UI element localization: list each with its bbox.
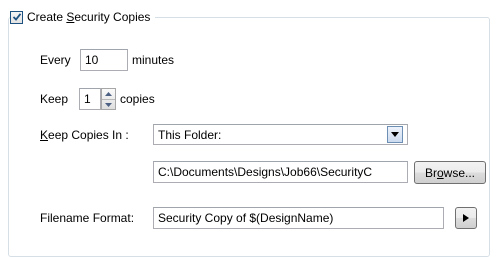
create-security-copies-label: Create Security Copies	[27, 10, 151, 24]
copies-label: copies	[120, 92, 155, 106]
create-security-copies-checkbox[interactable]: Create Security Copies	[10, 8, 156, 26]
keep-copies-in-selected: This Folder:	[158, 128, 222, 142]
keep-copies-in-label: Keep Copies In :	[40, 128, 129, 142]
insert-macro-button[interactable]	[455, 207, 477, 229]
keep-label: Keep	[40, 92, 69, 106]
spin-down-icon[interactable]	[102, 99, 115, 109]
browse-button[interactable]: Br o wse...	[414, 161, 486, 184]
keep-copies-spinner[interactable]	[101, 88, 116, 110]
filename-format-label: Filename Format:	[40, 211, 135, 225]
play-arrow-icon	[463, 214, 469, 222]
keep-copies-input[interactable]: 1	[79, 88, 101, 110]
every-label: Every	[40, 53, 71, 67]
spin-up-icon[interactable]	[102, 89, 115, 99]
checkbox-checked-icon[interactable]	[10, 10, 23, 24]
filename-format-input[interactable]: Security Copy of $(DesignName)	[153, 207, 444, 229]
minutes-label: minutes	[132, 53, 175, 67]
dropdown-arrow-icon[interactable]	[387, 126, 403, 143]
every-minutes-input[interactable]: 10	[80, 49, 128, 71]
folder-path-input[interactable]: C:\Documents\Designs\Job66\SecurityC	[153, 161, 408, 183]
keep-copies-in-dropdown[interactable]: This Folder:	[153, 124, 408, 145]
